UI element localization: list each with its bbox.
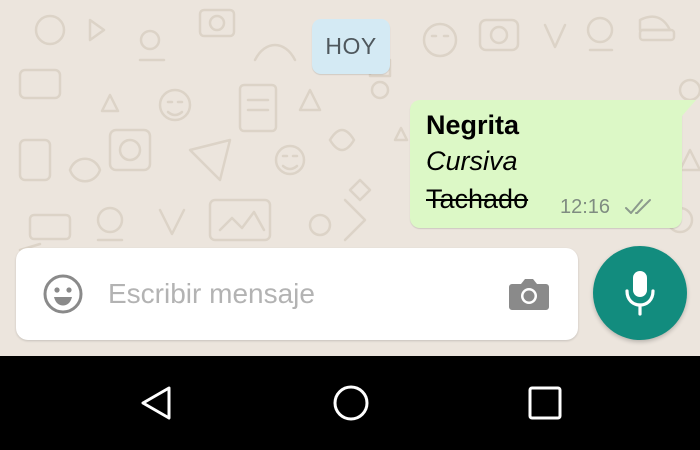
- message-bold-text: Negrita: [426, 110, 520, 140]
- date-separator: HOY: [312, 19, 390, 74]
- outgoing-message-bubble[interactable]: Negrita Cursiva Tachado 12:16: [410, 100, 696, 228]
- chat-screen: HOY Negrita Cursiva Tachado 12:16: [0, 0, 700, 450]
- camera-icon[interactable]: [508, 276, 550, 312]
- bubble-tail: [682, 100, 696, 116]
- microphone-icon: [625, 271, 655, 316]
- message-input[interactable]: [108, 272, 488, 316]
- back-triangle-icon[interactable]: [137, 383, 177, 423]
- microphone-button[interactable]: [593, 246, 687, 340]
- message-strikethrough-text: Tachado: [426, 184, 529, 214]
- emoji-icon[interactable]: [42, 273, 84, 315]
- recents-square-icon[interactable]: [525, 383, 565, 423]
- double-check-icon: [625, 199, 651, 214]
- home-circle-icon[interactable]: [331, 383, 371, 423]
- message-time: 12:16: [560, 196, 611, 218]
- message-italic-text: Cursiva: [426, 146, 518, 176]
- message-composer: [16, 248, 578, 340]
- navigation-bar: [0, 356, 700, 450]
